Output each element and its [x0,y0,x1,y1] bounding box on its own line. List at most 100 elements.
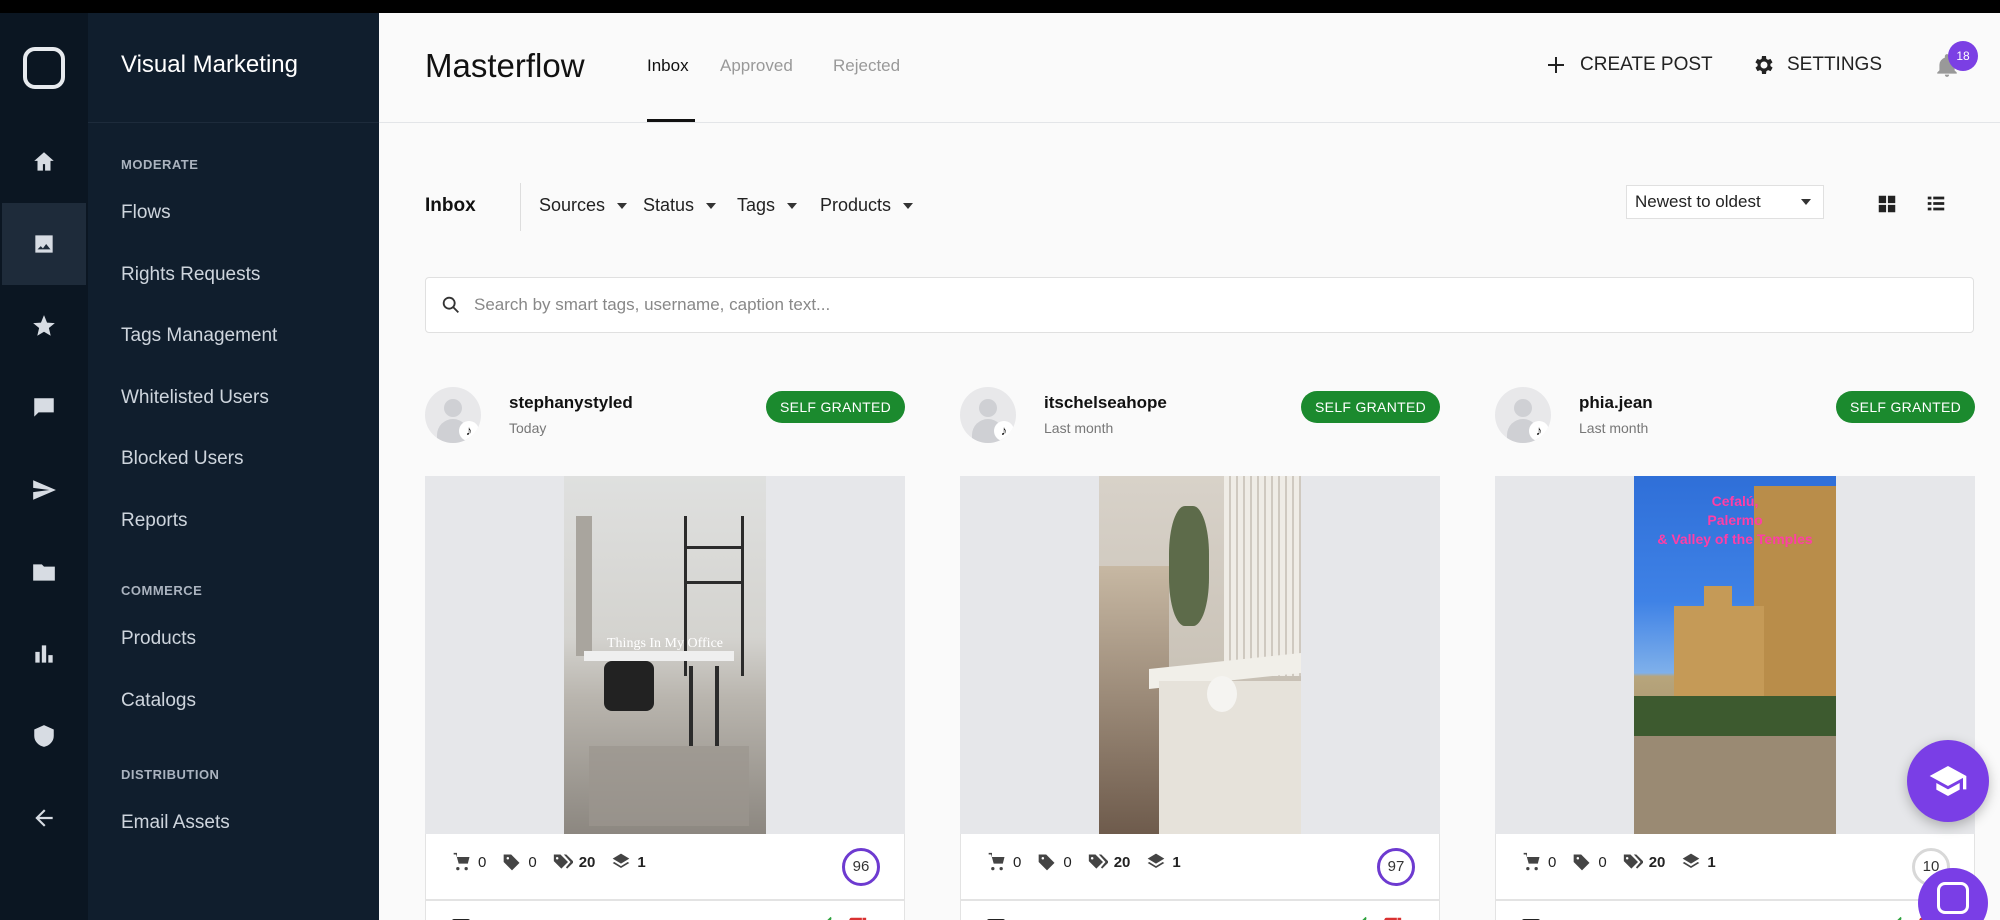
avatar[interactable]: ♪ [960,387,1016,443]
media-preview[interactable]: Cefalú, Palermo & Valley of the Temples [1495,476,1975,834]
notifications-button[interactable]: 18 [1934,41,1978,83]
card-stats: 0 0 20 1 97 [960,834,1440,900]
media-preview[interactable]: Things In My Office [425,476,905,834]
gear-icon [1755,56,1773,74]
list-view-icon[interactable] [1925,193,1947,215]
filter-bar: Inbox Sources Status Tags Products Newes… [379,183,2000,231]
avatar[interactable]: ♪ [425,387,481,443]
layers-icon [613,853,630,868]
tiktok-icon: ♪ [994,421,1014,441]
tab-inbox[interactable]: Inbox [647,56,689,76]
post-card[interactable]: ♪ itschelseahope Last month SELF GRANTED… [960,383,1440,920]
send-icon[interactable] [2,449,86,531]
smart-tags-icon [1088,854,1108,869]
filter-products-label: Products [820,195,892,215]
tag-count: 0 [1598,853,1607,871]
post-time: Last month [1044,420,1114,436]
filter-products[interactable]: Products [820,195,914,216]
cart-icon [1523,852,1540,871]
caret-down-icon [787,202,798,209]
create-post-label: CREATE POST [1580,54,1713,75]
product-count: 0 [478,853,487,871]
avatar[interactable]: ♪ [1495,387,1551,443]
card-header: ♪ itschelseahope Last month SELF GRANTED [960,383,1440,443]
username[interactable]: phia.jean [1579,393,1653,413]
tag-count: 0 [1063,853,1072,871]
status-badge: SELF GRANTED [766,391,905,423]
filter-tags-label: Tags [737,195,776,215]
smart-tags-icon [1623,854,1643,869]
thumbs-up-icon[interactable] [1353,915,1375,920]
post-time: Today [509,420,547,436]
sidebar-item-flows[interactable]: Flows [88,182,379,244]
thumbs-up-icon[interactable] [818,915,840,920]
filter-status[interactable]: Status [643,195,717,216]
sidebar-item-whitelisted-users[interactable]: Whitelisted Users [88,367,379,429]
filter-sources[interactable]: Sources [539,195,628,216]
username[interactable]: itschelseahope [1044,393,1167,413]
post-card[interactable]: ♪ stephanystyled Today SELF GRANTED Thin… [425,383,905,920]
card-header: ♪ phia.jean Last month SELF GRANTED [1495,383,1975,443]
sidebar-item-rights-requests[interactable]: Rights Requests [88,244,379,306]
create-post-button[interactable]: CREATE POST [1544,53,1713,77]
thumbs-up-icon[interactable] [1888,915,1910,920]
settings-button[interactable]: SETTINGS [1751,53,1882,77]
search-box [425,277,1974,333]
sort-select[interactable]: Newest to oldest [1626,185,1824,219]
post-thumbnail[interactable]: Cefalú, Palermo & Valley of the Temples [1634,476,1836,834]
tag-icon [1574,854,1590,871]
home-icon[interactable] [2,121,86,203]
sidebar-nav: Visual Marketing MODERATE Flows Rights R… [88,13,379,920]
post-time: Last month [1579,420,1649,436]
filter-status-label: Status [643,195,695,215]
quality-score: 96 [842,848,880,886]
post-thumbnail[interactable]: Things In My Office [564,476,766,834]
folder-icon[interactable] [2,531,86,613]
graduation-cap-icon [1929,766,1967,796]
brand-title: Visual Marketing [88,13,379,123]
back-arrow-icon[interactable] [2,777,86,859]
layers-icon [1148,853,1165,868]
app-logo[interactable] [23,47,65,89]
main-content: Masterflow Inbox Approved Rejected CREAT… [379,13,2000,920]
layer-count: 1 [1707,853,1716,871]
search-input[interactable] [474,295,1973,315]
shield-icon[interactable] [2,695,86,777]
sidebar-item-tags-management[interactable]: Tags Management [88,305,379,367]
section-distribution: DISTRIBUTION [121,767,220,782]
caret-down-icon [706,202,717,209]
layer-count: 1 [637,853,646,871]
cart-icon [988,852,1005,871]
thumbs-down-icon[interactable] [1381,915,1403,920]
card-actions [425,900,905,920]
settings-label: SETTINGS [1787,54,1883,75]
bar-chart-icon[interactable] [2,613,86,695]
product-count: 0 [1013,853,1022,871]
star-icon[interactable] [2,285,86,367]
card-stats: 0 0 20 1 10 [1495,834,1975,900]
sidebar-item-blocked-users[interactable]: Blocked Users [88,428,379,490]
filter-title: Inbox [425,195,476,216]
layer-count: 1 [1172,853,1181,871]
academy-button[interactable] [1907,740,1989,822]
card-header: ♪ stephanystyled Today SELF GRANTED [425,383,905,443]
tab-approved[interactable]: Approved [720,56,793,76]
media-preview[interactable] [960,476,1440,834]
sidebar-item-catalogs[interactable]: Catalogs [88,670,379,732]
product-count: 0 [1548,853,1557,871]
chat-icon[interactable] [2,367,86,449]
filter-tags[interactable]: Tags [737,195,798,216]
sidebar-item-email-assets[interactable]: Email Assets [88,792,379,854]
sidebar-item-products[interactable]: Products [88,608,379,670]
card-actions [960,900,1440,920]
username[interactable]: stephanystyled [509,393,633,413]
post-card[interactable]: ♪ phia.jean Last month SELF GRANTED Cefa… [1495,383,1975,920]
status-badge: SELF GRANTED [1301,391,1440,423]
grid-view-icon[interactable] [1876,193,1898,215]
active-tab-indicator [647,119,695,122]
image-icon[interactable] [2,203,86,285]
thumbs-down-icon[interactable] [846,915,868,920]
tab-rejected[interactable]: Rejected [833,56,900,76]
post-thumbnail[interactable] [1099,476,1301,834]
sidebar-item-reports[interactable]: Reports [88,490,379,552]
